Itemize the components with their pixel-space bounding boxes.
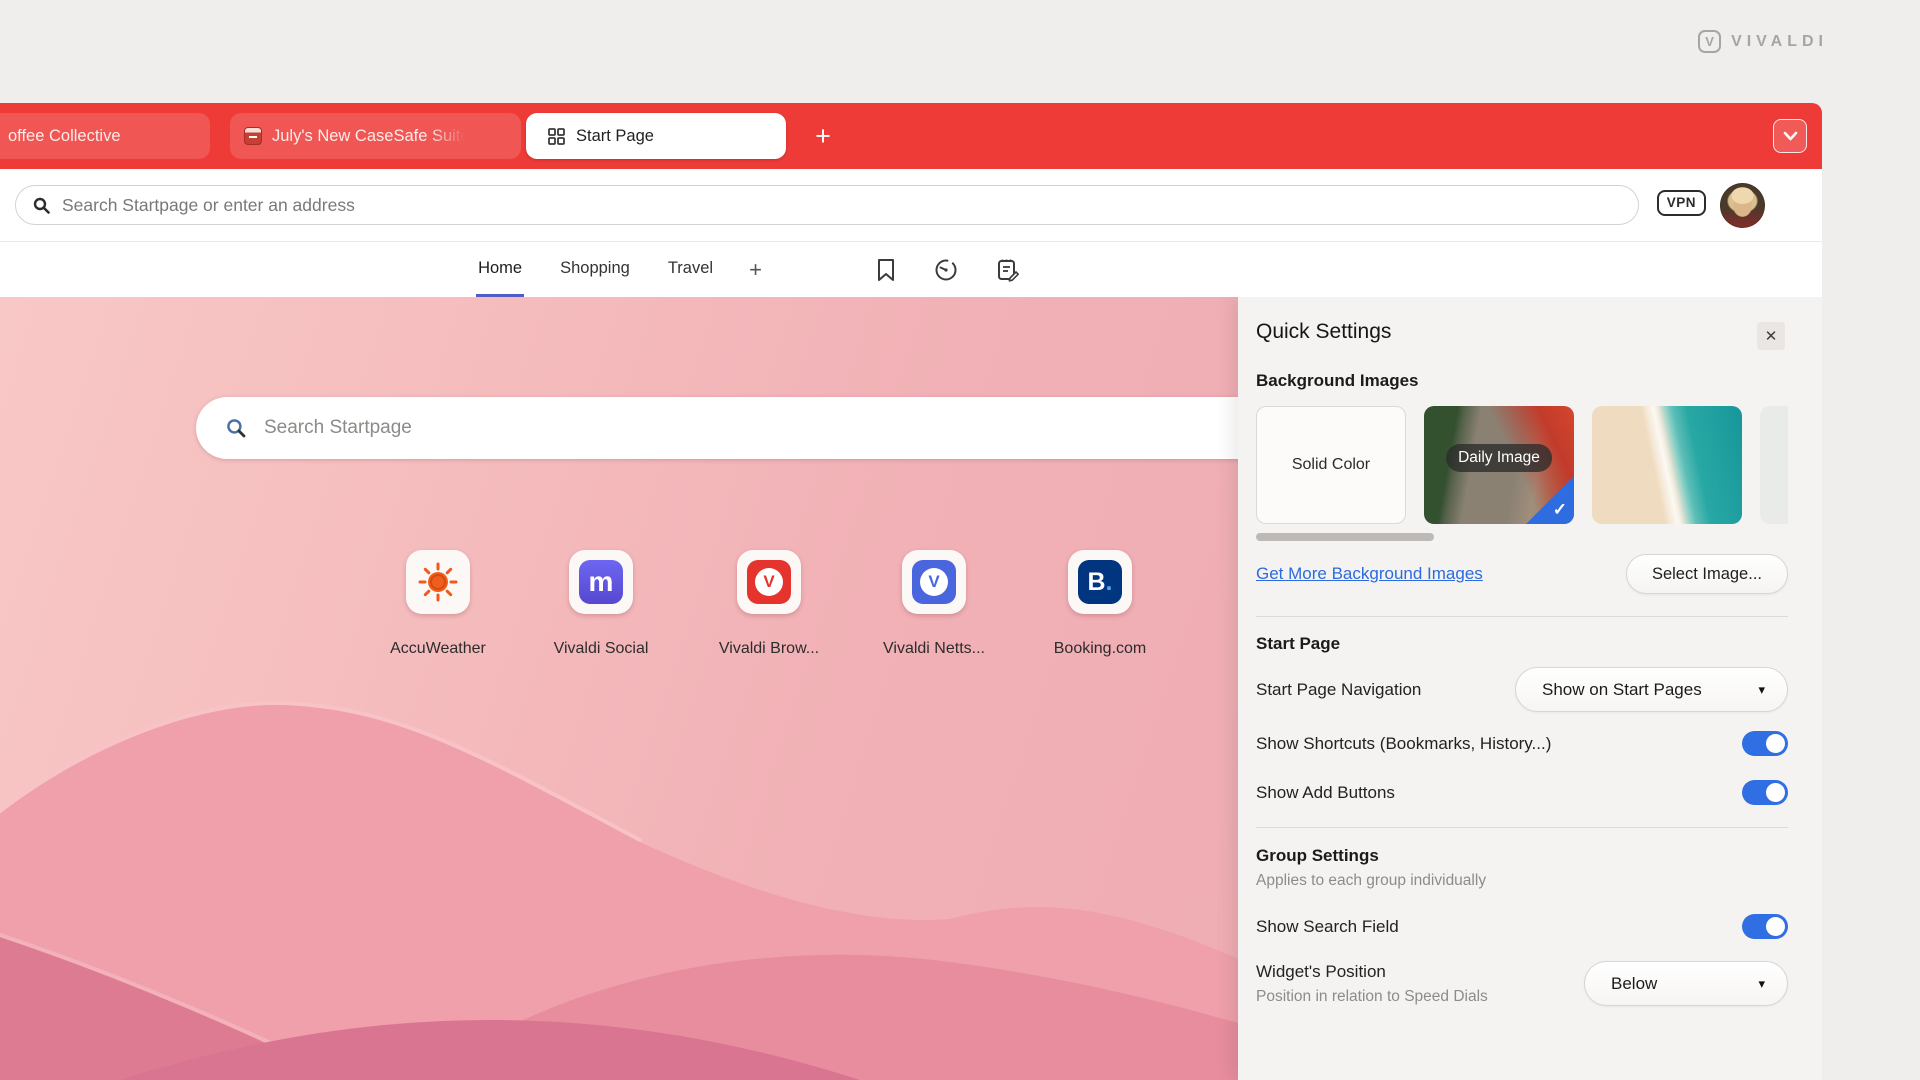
show-add-buttons-label: Show Add Buttons: [1256, 783, 1395, 803]
startpage-search-input[interactable]: [264, 417, 1238, 439]
widget-position-dropdown[interactable]: Below ▾: [1584, 961, 1788, 1006]
speed-dial-vivaldi-browser[interactable]: V Vivaldi Brow...: [699, 550, 839, 658]
speed-dial-grid-icon: [548, 128, 565, 145]
card-solid-color[interactable]: Solid Color: [1256, 406, 1406, 524]
new-tab-button[interactable]: +: [806, 119, 840, 153]
widget-position-sublabel: Position in relation to Speed Dials: [1256, 988, 1488, 1006]
url-input[interactable]: [62, 195, 1638, 216]
search-icon: [226, 418, 246, 438]
vivaldi-red-icon: V: [747, 560, 791, 604]
startpage-nav-tabs: Home Shopping Travel +: [0, 242, 1238, 297]
chevron-down-icon: [1783, 131, 1798, 141]
caret-down-icon: ▾: [1758, 976, 1765, 992]
accuweather-sun-icon: [417, 561, 459, 603]
card-daily-image[interactable]: Daily Image ✓: [1424, 406, 1574, 524]
get-more-backgrounds-link[interactable]: Get More Background Images: [1256, 564, 1483, 584]
profile-avatar[interactable]: [1720, 183, 1765, 228]
nav-tab-shopping[interactable]: Shopping: [558, 242, 632, 297]
add-nav-group-button[interactable]: +: [749, 242, 762, 297]
start-page-heading: Start Page: [1256, 634, 1788, 654]
plus-icon: +: [749, 257, 762, 283]
vpn-badge[interactable]: VPN: [1657, 190, 1706, 216]
booking-icon: B.: [1078, 560, 1122, 604]
history-icon[interactable]: [934, 258, 958, 282]
tab-start-page[interactable]: Start Page: [526, 113, 786, 159]
tab-favicon-icon: [244, 127, 262, 145]
tab-bar: offee Collective July's New CaseSafe Sui…: [0, 103, 1822, 169]
mastodon-icon: m: [579, 560, 623, 604]
card-beach-image[interactable]: [1592, 406, 1742, 524]
show-search-field-label: Show Search Field: [1256, 917, 1399, 937]
startpage-nav-icons: [876, 242, 1020, 297]
address-bar: VPN: [0, 169, 1822, 241]
card-partial-image[interactable]: [1760, 406, 1788, 524]
plus-icon: +: [815, 121, 831, 152]
speed-dial-accuweather[interactable]: AccuWeather: [368, 550, 508, 658]
cards-scrollbar[interactable]: [1256, 533, 1434, 541]
bookmarks-icon[interactable]: [876, 258, 896, 282]
group-settings-heading: Group Settings: [1256, 846, 1788, 866]
nav-tab-travel[interactable]: Travel: [666, 242, 715, 297]
group-settings-subheading: Applies to each group individually: [1256, 872, 1788, 890]
show-shortcuts-toggle[interactable]: [1742, 731, 1788, 756]
panel-title: Quick Settings: [1256, 320, 1788, 344]
start-page-navigation-dropdown[interactable]: Show on Start Pages ▾: [1515, 667, 1788, 712]
vivaldi-wordmark-text: VIVALDI: [1731, 33, 1828, 51]
vivaldi-wordmark: V VIVALDI: [1698, 30, 1828, 53]
vivaldi-shield-icon: V: [1698, 30, 1721, 53]
tab-casesafe[interactable]: July's New CaseSafe Suitc: [230, 113, 521, 159]
desktop-background: V VIVALDI: [0, 0, 1920, 103]
widget-position-label: Widget's Position: [1256, 962, 1488, 982]
speed-dial-vivaldi-netts[interactable]: V Vivaldi Netts...: [864, 550, 1004, 658]
show-shortcuts-label: Show Shortcuts (Bookmarks, History...): [1256, 734, 1551, 754]
notes-icon[interactable]: [996, 258, 1020, 282]
speed-dial-booking[interactable]: B. Booking.com: [1030, 550, 1170, 658]
tab-coffee-collective[interactable]: offee Collective: [0, 113, 210, 159]
close-button[interactable]: ✕: [1757, 322, 1785, 350]
browser-window: offee Collective July's New CaseSafe Sui…: [0, 103, 1822, 1080]
show-search-field-toggle[interactable]: [1742, 914, 1788, 939]
divider: [1256, 827, 1788, 828]
startpage-wallpaper: AccuWeather m Vivaldi Social V Vivaldi B…: [0, 297, 1238, 1080]
background-images-heading: Background Images: [1256, 371, 1788, 391]
window-content: AccuWeather m Vivaldi Social V Vivaldi B…: [0, 297, 1822, 1080]
start-page-navigation-label: Start Page Navigation: [1256, 680, 1421, 700]
vivaldi-blue-icon: V: [912, 560, 956, 604]
quick-settings-panel: Quick Settings ✕ Background Images Solid…: [1238, 297, 1822, 1080]
search-icon: [33, 197, 50, 214]
url-field[interactable]: [15, 185, 1639, 225]
divider: [1256, 616, 1788, 617]
nav-tab-home[interactable]: Home: [476, 242, 524, 297]
check-icon: ✓: [1553, 500, 1567, 520]
close-icon: ✕: [1765, 327, 1778, 345]
tab-menu-button[interactable]: [1773, 119, 1807, 153]
startpage-nav-bar: Home Shopping Travel +: [0, 241, 1822, 297]
show-add-buttons-toggle[interactable]: [1742, 780, 1788, 805]
speed-dial-vivaldi-social[interactable]: m Vivaldi Social: [531, 550, 671, 658]
background-image-cards: Solid Color Daily Image ✓: [1256, 406, 1788, 524]
startpage-search-field[interactable]: [196, 397, 1238, 459]
caret-down-icon: ▾: [1758, 682, 1765, 698]
select-image-button[interactable]: Select Image...: [1626, 554, 1788, 594]
